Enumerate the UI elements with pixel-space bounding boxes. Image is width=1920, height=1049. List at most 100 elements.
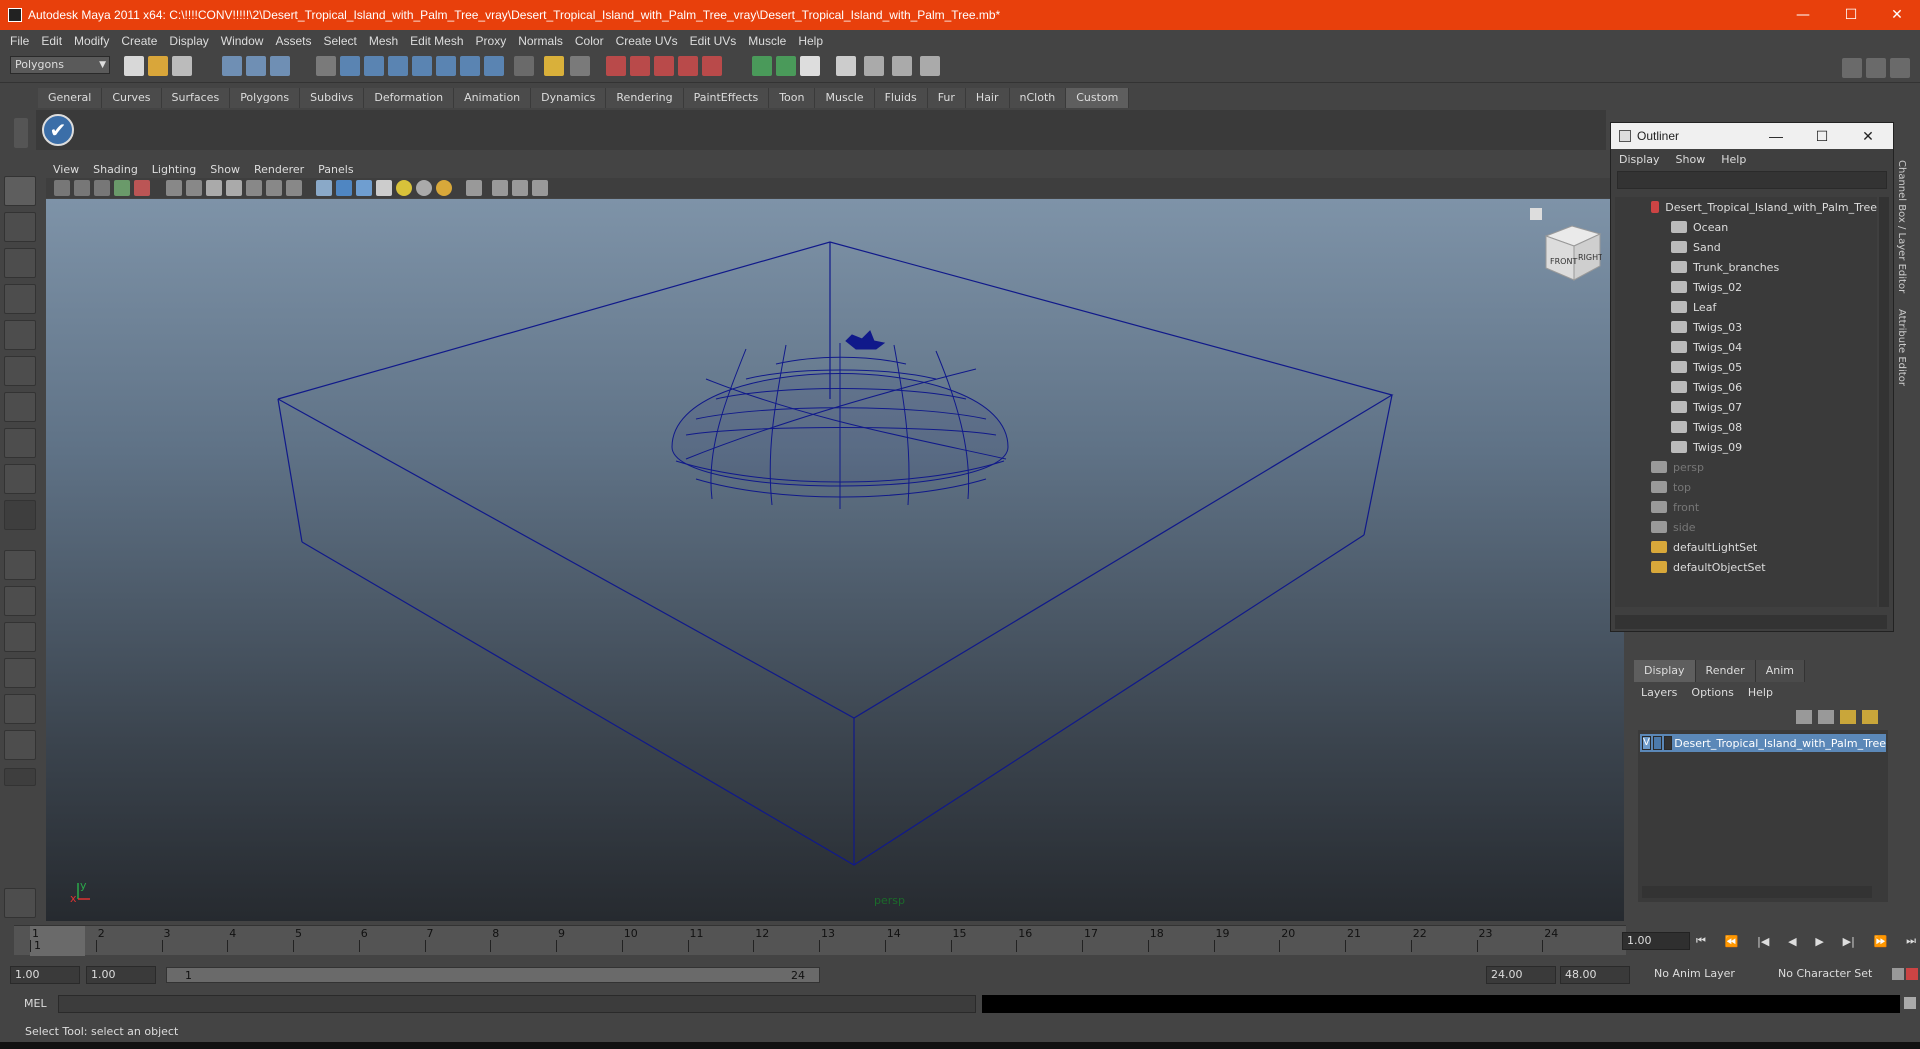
outliner-item[interactable]: Desert_Tropical_Island_with_Palm_Tree [1615,197,1877,217]
hud-icon[interactable] [532,180,548,196]
gate-mask-icon[interactable] [226,180,242,196]
output-ops-icon[interactable] [460,56,480,76]
toggle-tool-settings-icon[interactable] [1866,58,1886,78]
shelf-menu-icon[interactable] [14,118,28,148]
new-scene-icon[interactable] [124,56,144,76]
step-back-key-button[interactable]: ⏪ [1725,935,1739,948]
wireframe-shading-icon[interactable] [316,180,332,196]
outliner-filter-input[interactable] [1617,171,1887,189]
tab-surfaces[interactable]: Surfaces [161,88,231,108]
tab-hair[interactable]: Hair [965,88,1010,108]
anim-layer-selector[interactable]: No Anim Layer [1650,966,1760,984]
isolate-select-icon[interactable] [466,180,482,196]
snap-grid-icon[interactable] [316,56,336,76]
tab-toon[interactable]: Toon [769,88,816,108]
paint-select-tool-icon[interactable] [4,248,36,278]
minimize-button[interactable]: — [1780,0,1826,30]
menu-window[interactable]: Window [215,34,270,48]
perspective-viewport[interactable]: persp y x [46,199,1624,921]
outliner-item[interactable]: top [1615,477,1877,497]
snap-view-plane-icon[interactable] [388,56,408,76]
outliner-item[interactable]: Twigs_02 [1615,277,1877,297]
menu-modify[interactable]: Modify [68,34,115,48]
single-pane-layout-icon[interactable] [4,550,36,580]
menu-create[interactable]: Create [115,34,163,48]
outliner-menu-display[interactable]: Display [1611,153,1668,166]
menu-edit-uvs[interactable]: Edit UVs [684,34,743,48]
select-tool-icon[interactable] [4,176,36,206]
tab-rendering[interactable]: Rendering [606,88,684,108]
menu-create-uvs[interactable]: Create UVs [610,34,684,48]
range-slider[interactable]: 1 24 [166,967,820,983]
create-empty-layer-icon[interactable] [1796,710,1812,724]
camera-attributes-icon[interactable] [74,180,90,196]
scale-tool-icon[interactable] [4,356,36,386]
four-pane-layout-icon[interactable] [4,586,36,616]
magnet-snap-icon[interactable] [606,56,626,76]
animation-preferences-icon[interactable] [1906,968,1918,980]
bookmark-icon[interactable] [94,180,110,196]
tab-attribute-editor[interactable]: Attribute Editor [1896,309,1907,386]
outliner-item[interactable]: Sand [1615,237,1877,257]
toggle-attribute-editor-icon[interactable] [1842,58,1862,78]
create-layer-selected-icon[interactable] [1818,710,1834,724]
outliner-menu-help[interactable]: Help [1713,153,1754,166]
tab-channel-box-layer-editor[interactable]: Channel Box / Layer Editor [1896,160,1907,293]
menu-display[interactable]: Display [163,34,214,48]
tab-animation[interactable]: Animation [454,88,532,108]
select-component-icon[interactable] [270,56,290,76]
outliner-item[interactable]: Trunk_branches [1615,257,1877,277]
outliner-item[interactable]: Twigs_03 [1615,317,1877,337]
select-hierarchy-icon[interactable] [222,56,242,76]
outliner-item[interactable]: Twigs_04 [1615,337,1877,357]
layer-menu-options[interactable]: Options [1684,686,1740,699]
panel-menu-shading[interactable]: Shading [86,163,145,176]
menu-proxy[interactable]: Proxy [470,34,513,48]
panel-menu-lighting[interactable]: Lighting [145,163,203,176]
menu-select[interactable]: Select [317,34,362,48]
layout-more-icon[interactable] [4,768,36,786]
move-tool-icon[interactable] [4,284,36,314]
layer-visibility-toggle[interactable]: V [1642,736,1651,750]
wireframe-on-shaded-icon[interactable] [356,180,372,196]
render-view-icon[interactable] [920,56,940,76]
outliner-horizontal-scrollbar[interactable] [1615,615,1887,629]
tab-custom[interactable]: Custom [1066,88,1130,108]
maximize-button[interactable]: ☐ [1828,0,1874,30]
soft-modification-icon[interactable] [4,428,36,458]
step-forward-frame-button[interactable]: ▶| [1843,935,1855,948]
construction-history-icon[interactable] [484,56,504,76]
panel-menu-panels[interactable]: Panels [311,163,360,176]
tab-muscle[interactable]: Muscle [815,88,875,108]
outliner-item[interactable]: Twigs_05 [1615,357,1877,377]
menu-assets[interactable]: Assets [269,34,317,48]
playback-end-field[interactable]: 24.00 [1486,966,1556,984]
magnet-point-icon[interactable] [654,56,674,76]
play-backwards-button[interactable]: ◀ [1788,935,1796,948]
lock-icon[interactable] [544,56,564,76]
toggle-channel-box-icon[interactable] [1890,58,1910,78]
hypershade-icon[interactable] [836,56,856,76]
last-tool-icon[interactable] [4,500,36,530]
panel-menu-show[interactable]: Show [203,163,247,176]
menu-mesh[interactable]: Mesh [363,34,404,48]
graph-outliner-layout-icon[interactable] [4,730,36,760]
layer-menu-layers[interactable]: Layers [1634,686,1684,699]
select-by-name-icon[interactable] [570,56,590,76]
tab-deformation[interactable]: Deformation [364,88,455,108]
clapper-icon[interactable] [864,56,884,76]
play-forwards-button[interactable]: ▶ [1815,935,1823,948]
resolution-gate-icon[interactable] [206,180,222,196]
current-frame-field[interactable]: 1.00 [1622,932,1690,950]
menu-set-selector[interactable]: Polygons ▼ [10,56,110,74]
save-scene-icon[interactable] [172,56,192,76]
animation-start-field[interactable]: 1.00 [10,966,80,984]
smooth-shading-icon[interactable] [336,180,352,196]
outliner-item[interactable]: Twigs_08 [1615,417,1877,437]
tab-painteffects[interactable]: PaintEffects [683,88,770,108]
safe-action-icon[interactable] [266,180,282,196]
tab-ncloth[interactable]: nCloth [1009,88,1067,108]
batch-render-icon[interactable] [892,56,912,76]
outliner-item[interactable]: Ocean [1615,217,1877,237]
menu-file[interactable]: File [4,34,35,48]
